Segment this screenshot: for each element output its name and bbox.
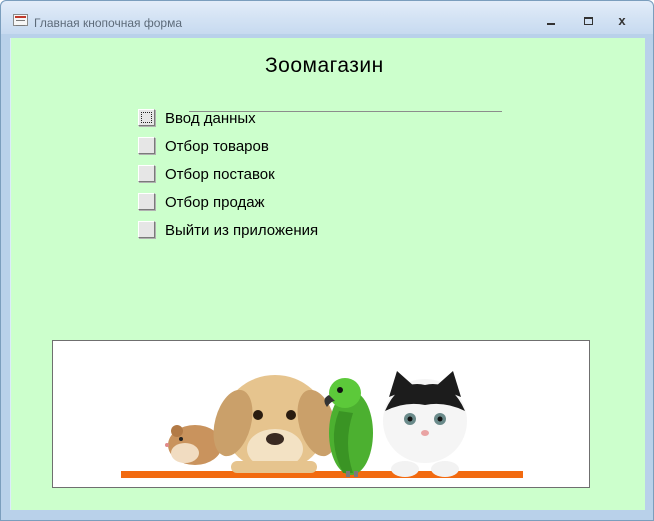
menu-label-data-entry: Ввод данных (165, 110, 256, 127)
parrot-icon (324, 378, 373, 477)
orange-strip (121, 471, 523, 478)
puppy-icon (213, 375, 337, 473)
menu-label-supplies-filter: Отбор поставок (165, 166, 275, 183)
menu-label-sales-filter: Отбор продаж (165, 194, 265, 211)
menu-button-exit[interactable] (138, 221, 155, 238)
menu-item-data-entry[interactable]: Ввод данных (138, 107, 398, 131)
access-form-icon[interactable] (13, 14, 28, 26)
close-icon: x (618, 13, 626, 28)
app-window: Главная кнопочная форма x Зоомагазин Вво… (0, 0, 654, 521)
minimize-button[interactable] (538, 11, 564, 31)
menu-button-goods-filter[interactable] (138, 137, 155, 154)
close-button[interactable]: x (609, 11, 635, 31)
menu-item-goods-filter[interactable]: Отбор товаров (138, 135, 398, 159)
menu-item-sales-filter[interactable]: Отбор продаж (138, 191, 398, 215)
maximize-icon (583, 17, 593, 25)
menu-button-sales-filter[interactable] (138, 193, 155, 210)
title-bar[interactable]: Главная кнопочная форма x (1, 1, 653, 34)
menu-button-data-entry[interactable] (138, 109, 155, 126)
minimize-icon (547, 23, 555, 25)
menu-label-goods-filter: Отбор товаров (165, 138, 269, 155)
menu-button-supplies-filter[interactable] (138, 165, 155, 182)
menu-item-exit[interactable]: Выйти из приложения (138, 219, 398, 243)
pets-illustration (121, 371, 523, 478)
hamster-icon (165, 425, 222, 465)
window-title: Главная кнопочная форма (34, 16, 182, 30)
maximize-button[interactable] (575, 11, 601, 31)
form-title: Зоомагазин (265, 54, 384, 77)
kitten-icon (383, 371, 467, 477)
pets-banner-image (52, 340, 590, 488)
menu-item-supplies-filter[interactable]: Отбор поставок (138, 163, 398, 187)
form-area: Зоомагазин Ввод данных Отбор товаров Отб… (10, 38, 645, 510)
menu-label-exit: Выйти из приложения (165, 222, 319, 239)
